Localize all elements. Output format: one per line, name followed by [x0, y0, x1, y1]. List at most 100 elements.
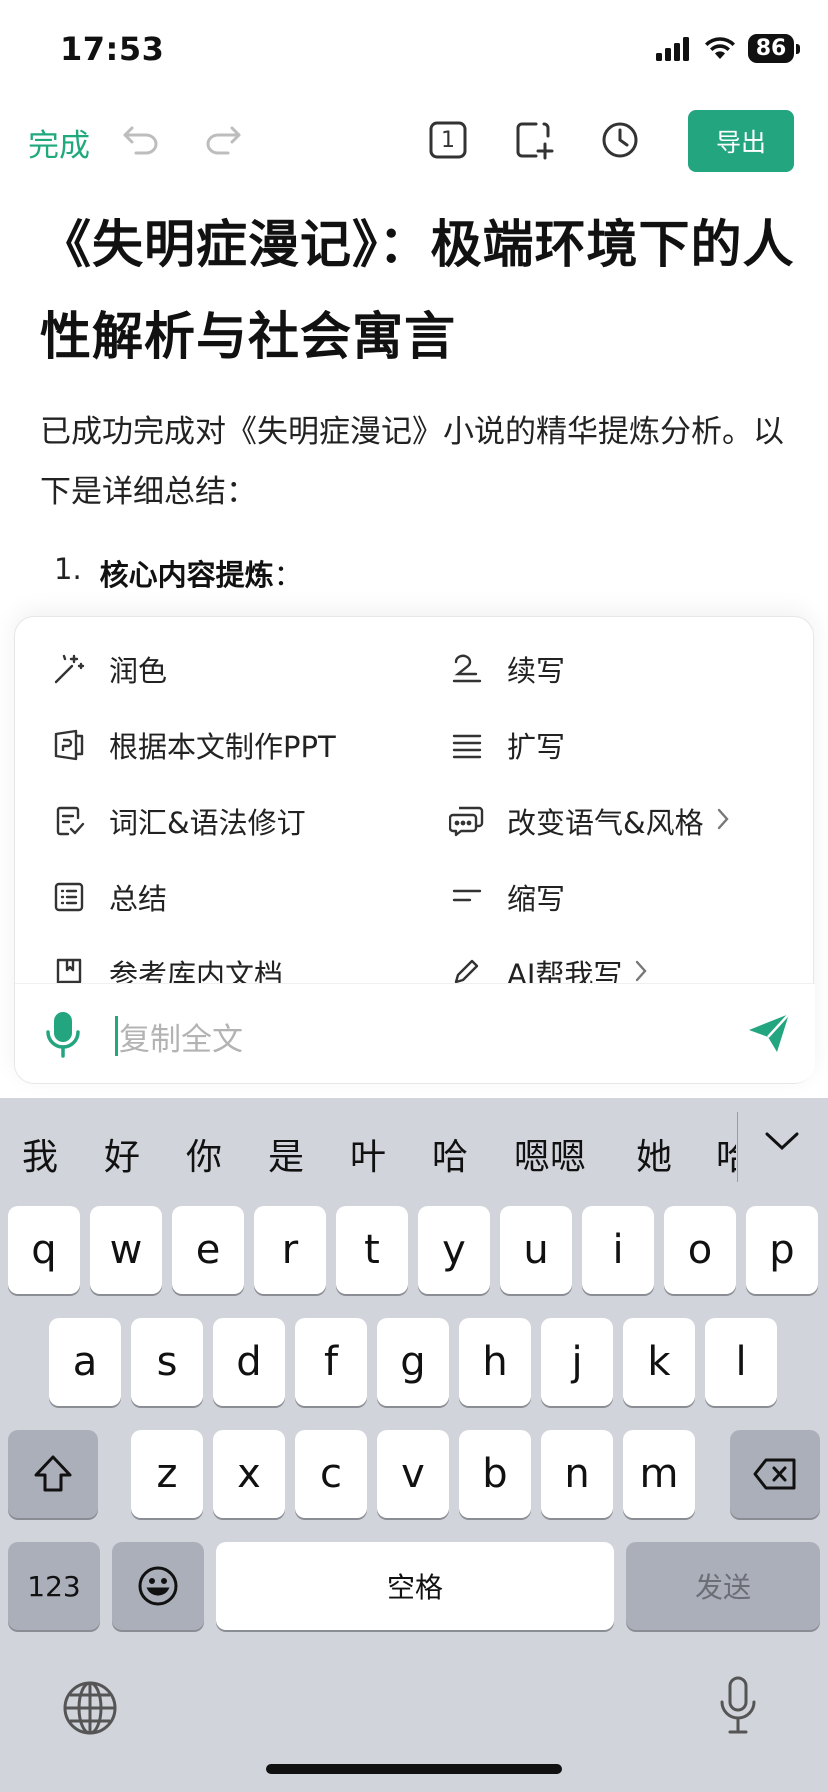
key-s[interactable]: s — [131, 1318, 203, 1406]
emoji-icon — [138, 1566, 178, 1606]
suggestion-make-ppt[interactable]: 根据本文制作PPT — [49, 715, 336, 775]
export-button[interactable]: 导出 — [688, 110, 794, 172]
key-d[interactable]: d — [213, 1318, 285, 1406]
status-right: 86 — [656, 34, 800, 63]
ai-prompt-input[interactable]: 复制全文 — [119, 1014, 243, 1059]
page-count: 1 — [441, 127, 455, 153]
candidate-divider — [737, 1112, 738, 1182]
key-k[interactable]: k — [623, 1318, 695, 1406]
key-j[interactable]: j — [541, 1318, 613, 1406]
key-g[interactable]: g — [377, 1318, 449, 1406]
chevron-down-icon — [765, 1132, 799, 1151]
continue-writing-icon — [447, 649, 487, 689]
status-time: 17:53 — [60, 30, 165, 68]
key-v[interactable]: v — [377, 1430, 449, 1518]
candidate-word[interactable]: 好 — [104, 1128, 140, 1180]
numbers-key[interactable]: 123 — [8, 1542, 100, 1630]
suggestion-shorten[interactable]: 缩写 — [447, 867, 565, 927]
candidate-bar: 我 好 你 是 叶 哈 嗯嗯 她 哈 — [0, 1098, 828, 1208]
delete-key[interactable] — [730, 1430, 820, 1518]
key-z[interactable]: z — [131, 1430, 203, 1518]
key-x[interactable]: x — [213, 1430, 285, 1518]
key-h[interactable]: h — [459, 1318, 531, 1406]
suggestion-label: 续写 — [507, 654, 566, 688]
suggestion-polish[interactable]: 润色 — [49, 639, 167, 699]
expand-candidates-button[interactable] — [764, 1130, 800, 1156]
list-item-title: 核心内容提炼 — [99, 558, 274, 592]
send-paper-plane-icon — [749, 1013, 790, 1052]
battery-indicator: 86 — [748, 34, 800, 63]
voice-input-button[interactable] — [45, 1010, 81, 1062]
suggestion-label: 改变语气&风格 — [507, 806, 704, 840]
key-e[interactable]: e — [172, 1206, 244, 1294]
suggestion-summary[interactable]: 总结 — [49, 867, 167, 927]
chevron-right-icon — [716, 804, 730, 838]
summary-list-icon — [49, 877, 89, 917]
add-page-button[interactable] — [510, 116, 558, 164]
send-key[interactable]: 发送 — [626, 1542, 820, 1630]
shorten-lines-icon — [447, 877, 487, 917]
dictation-button[interactable] — [718, 1676, 758, 1740]
redo-button[interactable] — [198, 116, 246, 164]
key-i[interactable]: i — [582, 1206, 654, 1294]
list-item-colon: ： — [273, 558, 303, 592]
key-w[interactable]: w — [90, 1206, 162, 1294]
suggestion-label: 扩写 — [507, 730, 566, 764]
list-number: 1. — [54, 552, 82, 586]
add-page-icon — [516, 122, 554, 160]
shift-arrow-icon — [34, 1455, 72, 1492]
candidate-word[interactable]: 是 — [268, 1128, 304, 1180]
candidate-word[interactable]: 哈 — [432, 1128, 468, 1180]
key-l[interactable]: l — [705, 1318, 777, 1406]
backspace-icon — [753, 1458, 796, 1490]
candidate-word[interactable]: 我 — [22, 1128, 58, 1180]
space-key[interactable]: 空格 — [216, 1542, 614, 1630]
key-p[interactable]: p — [746, 1206, 818, 1294]
candidate-word[interactable]: 嗯嗯 — [514, 1128, 586, 1180]
suggestion-continue[interactable]: 续写 — [447, 639, 565, 699]
key-a[interactable]: a — [49, 1318, 121, 1406]
page-count-button[interactable]: 1 — [424, 116, 472, 164]
key-u[interactable]: u — [500, 1206, 572, 1294]
key-y[interactable]: y — [418, 1206, 490, 1294]
microphone-icon — [720, 1676, 756, 1734]
candidate-word[interactable]: 你 — [186, 1128, 222, 1180]
key-t[interactable]: t — [336, 1206, 408, 1294]
home-indicator — [266, 1764, 562, 1774]
text-caret — [115, 1016, 118, 1056]
send-button[interactable] — [747, 1012, 791, 1058]
suggestion-label: 润色 — [109, 654, 168, 688]
key-f[interactable]: f — [295, 1318, 367, 1406]
shift-key[interactable] — [8, 1430, 98, 1518]
suggestion-grammar[interactable]: 词汇&语法修订 — [49, 791, 306, 851]
key-r[interactable]: r — [254, 1206, 326, 1294]
history-button[interactable] — [596, 116, 644, 164]
list-item: 1. 核心内容提炼： — [40, 552, 800, 594]
suggestion-expand[interactable]: 扩写 — [447, 715, 565, 775]
key-o[interactable]: o — [664, 1206, 736, 1294]
document-body[interactable]: 《失明症漫记》：极端环境下的人性解析与社会寓言 已成功完成对《失明症漫记》小说的… — [40, 200, 800, 594]
candidate-word[interactable]: 叶 — [350, 1128, 386, 1180]
key-n[interactable]: n — [541, 1430, 613, 1518]
undo-icon — [123, 126, 158, 155]
language-switch-button[interactable] — [62, 1680, 118, 1740]
undo-button[interactable] — [118, 116, 166, 164]
ai-suggestion-panel: 润色 续写 根据本文制作PPT 扩写 词汇&语法修订 改变语气&风格 总结 缩写… — [14, 616, 815, 1084]
status-bar: 17:53 86 — [0, 0, 828, 100]
key-q[interactable]: q — [8, 1206, 80, 1294]
done-button[interactable]: 完成 — [28, 120, 90, 165]
keyboard: 我 好 你 是 叶 哈 嗯嗯 她 哈 q w e r t y u i o p a… — [0, 1098, 828, 1792]
document-intro: 已成功完成对《失明症漫记》小说的精华提炼分析。以下是详细总结： — [40, 414, 784, 510]
suggestion-label: 总结 — [109, 882, 168, 916]
candidate-word[interactable]: 她 — [636, 1128, 672, 1180]
key-c[interactable]: c — [295, 1430, 367, 1518]
document-check-icon — [49, 801, 89, 841]
candidate-word[interactable]: 哈 — [716, 1128, 736, 1180]
key-m[interactable]: m — [623, 1430, 695, 1518]
emoji-key[interactable] — [112, 1542, 204, 1630]
suggestion-change-tone[interactable]: 改变语气&风格 — [447, 791, 730, 851]
key-b[interactable]: b — [459, 1430, 531, 1518]
wifi-icon — [705, 36, 735, 59]
redo-icon — [206, 126, 241, 155]
chat-bubbles-icon — [447, 801, 487, 841]
